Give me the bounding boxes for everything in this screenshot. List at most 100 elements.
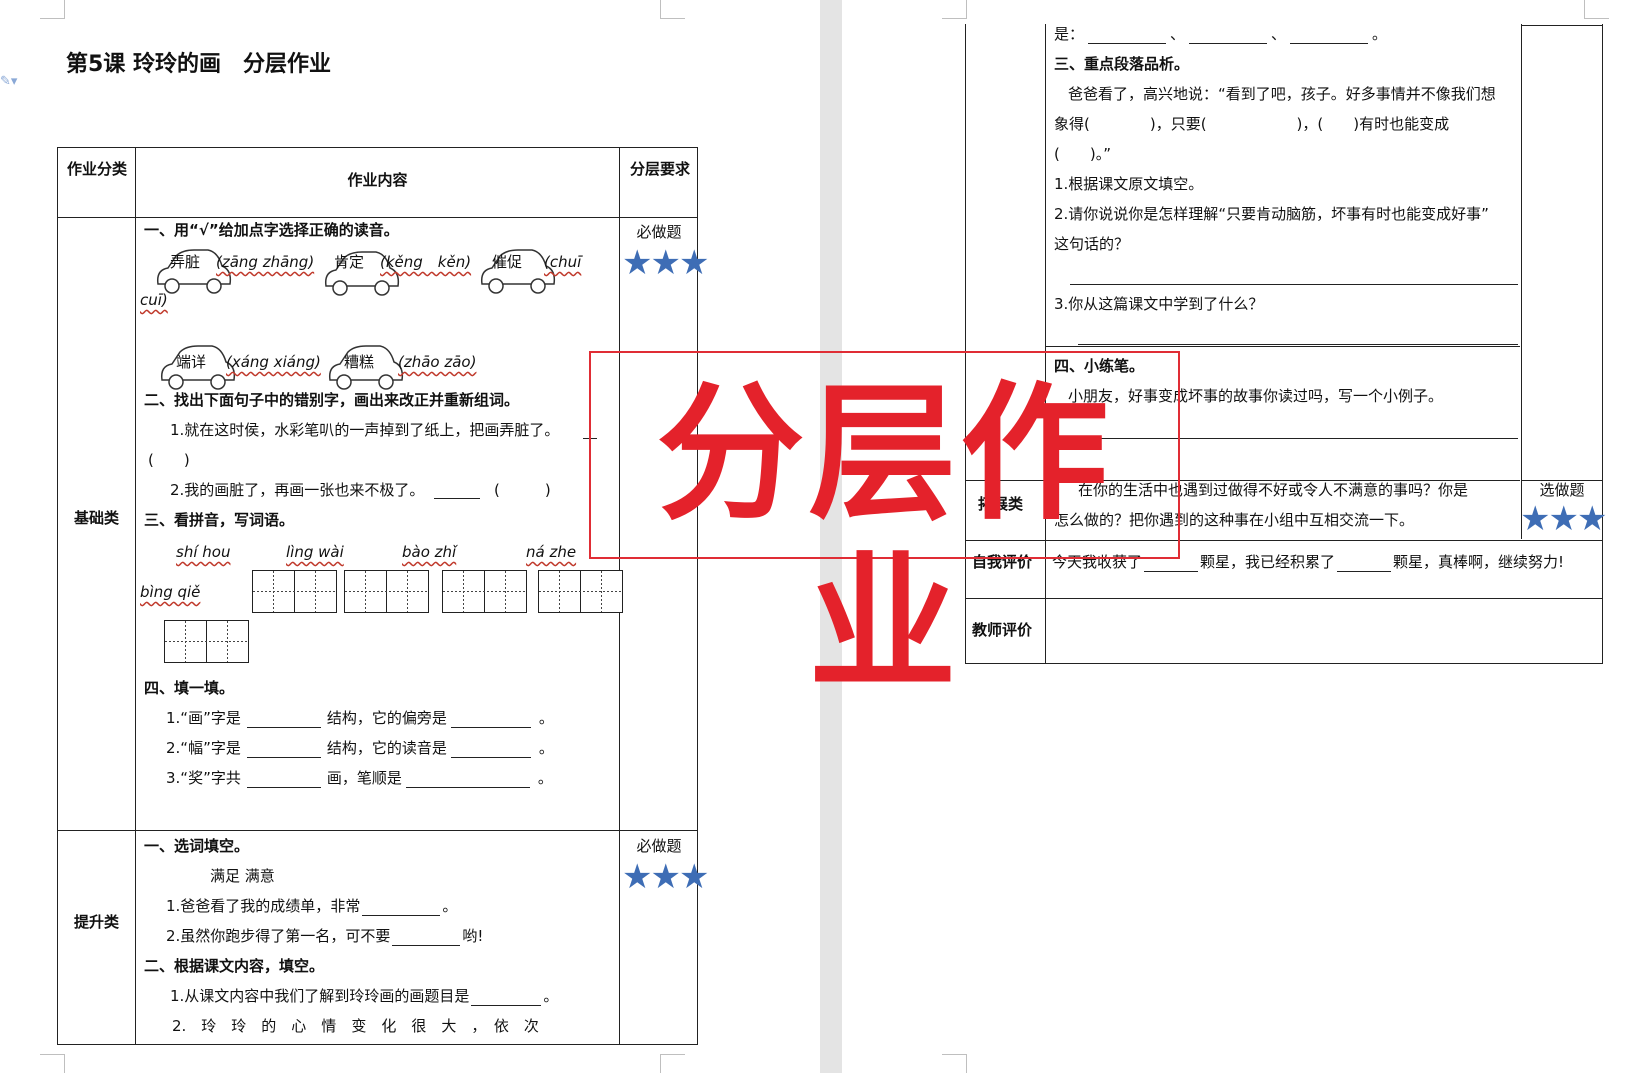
question-title: 四、填一填。 — [144, 679, 235, 697]
title-homework: 分层作业 — [242, 52, 331, 77]
requirement-basic: 必做题 — [636, 223, 682, 241]
fill-text: 结构，它的偏旁是 — [326, 709, 447, 727]
word-2: 肯定 — [334, 253, 365, 271]
fill-line: 1.从课文内容中我们了解到玲玲画的画题目是 。 — [170, 986, 558, 1006]
sentence-2: 2.我的画脏了，再画一张也来不极了。 — [170, 481, 425, 499]
word-5: 糟糕 — [344, 353, 375, 371]
fill-line: 2.虽然你跑步得了第一名，可不要 哟! — [166, 926, 483, 946]
answer-blank[interactable] — [1337, 555, 1392, 572]
sub-question: 1.根据课文原文填空。 — [1054, 175, 1204, 193]
fill-text: 。 — [442, 897, 458, 915]
writing-grid[interactable] — [442, 570, 528, 614]
pinyin-choice[interactable]: cuī) — [140, 290, 168, 310]
answer-blank[interactable] — [1189, 27, 1268, 44]
answer-blank[interactable] — [246, 741, 321, 758]
page-title: 第5课 玲玲的画 分层作业 — [66, 46, 331, 78]
answer-blank[interactable] — [434, 482, 480, 499]
row-divider — [58, 217, 697, 218]
row-divider — [1045, 346, 1520, 347]
edit-icon[interactable]: ✎▾ — [0, 74, 17, 92]
answer-blank[interactable] — [362, 899, 441, 916]
row-divider — [1521, 25, 1602, 26]
answer-line[interactable] — [1070, 284, 1518, 285]
answer-line[interactable] — [1078, 344, 1518, 345]
pinyin-choice[interactable]: (chuī — [544, 252, 581, 272]
fill-text: 1.“画”字是 — [166, 709, 241, 727]
requirement-advanced: 必做题 — [636, 837, 682, 855]
fill-text: 哟! — [462, 927, 484, 945]
sentence-cont: 2. 玲 玲 的 心 情 变 化 很 大 ， 依 次 — [172, 1017, 539, 1035]
question-title: 一、用“√”给加点字选择正确的读音。 — [144, 221, 399, 239]
pinyin-choice[interactable]: (kěng kěn) — [380, 252, 471, 272]
question-title: 二、找出下面句子中的错别字，画出来改正并重新组词。 — [144, 391, 520, 409]
answer-blank[interactable] — [471, 989, 542, 1006]
sub-question: 3.你从这篇课文中学到了什么？ — [1054, 295, 1264, 313]
fill-text: 。 — [1372, 25, 1388, 43]
star-rating: ★★★ — [622, 243, 709, 283]
writing-grid[interactable] — [164, 620, 250, 664]
fill-text: 颗星，真棒啊，继续努力! — [1393, 553, 1565, 571]
sub-question: 2.请你说说你是怎样理解“只要肯动脑筋，坏事有时也能变成好事” — [1054, 205, 1489, 223]
pinyin-prompt: shí hou — [176, 543, 231, 561]
word-4: 端详 — [176, 353, 207, 371]
fill-line: 3.“奖”字共 画，笔顺是 。 — [166, 768, 553, 788]
pinyin-choice[interactable]: (zhāo zāo) — [398, 352, 476, 372]
answer-blank[interactable] — [246, 771, 321, 788]
crop-mark — [942, 0, 967, 19]
header-content: 作业内容 — [347, 171, 408, 189]
answer-blank[interactable] — [246, 711, 321, 728]
answer-blank[interactable] — [405, 771, 530, 788]
row-divider — [1521, 540, 1602, 541]
answer-parens[interactable]: ( ) — [148, 450, 190, 470]
fill-text: 2.“幅”字是 — [166, 739, 241, 757]
category-advanced: 提升类 — [73, 913, 119, 931]
fill-line: 1.爸爸看了我的成绩单，非常 。 — [166, 896, 457, 916]
answer-blank[interactable] — [392, 929, 461, 946]
fill-text: 、 — [1170, 25, 1186, 43]
pinyin-prompt: ná zhe — [526, 543, 577, 561]
paragraph-line: 象得( )，只要( )，( )有时也能变成 — [1054, 115, 1450, 133]
crop-mark — [660, 0, 685, 19]
answer-blank[interactable] — [1290, 27, 1369, 44]
crop-mark — [40, 0, 65, 19]
fill-text: 画，笔顺是 — [326, 769, 402, 787]
answer-blank[interactable] — [450, 711, 531, 728]
paragraph-line: 爸爸看了，高兴地说：“看到了吧，孩子。好多事情并不像我们想 — [1068, 85, 1496, 103]
writing-grid[interactable] — [252, 570, 338, 614]
watermark-stamp: 分层作业 — [589, 351, 1180, 709]
sub-question: 这句话的？ — [1054, 235, 1130, 253]
word-1: 弄脏 — [170, 253, 201, 271]
word-choices: 满足 满意 — [210, 867, 275, 885]
pinyin-prompt: bìng qiě — [140, 583, 201, 601]
pinyin-choice[interactable]: (xáng xiáng) — [226, 352, 321, 372]
requirement-extension: 选做题 — [1539, 481, 1585, 499]
header-requirement: 分层要求 — [629, 160, 690, 178]
crop-mark — [660, 1054, 685, 1073]
sentence-1: 1.就在这时侯，水彩笔叭的一声掉到了纸上，把画弄脏了。 — [170, 421, 560, 439]
fill-line: 2.“幅”字是 结构，它的读音是 。 — [166, 738, 554, 758]
answer-parens[interactable]: ( ) — [494, 480, 551, 500]
fill-text: 1.爸爸看了我的成绩单，非常 — [166, 897, 361, 915]
header-category: 作业分类 — [66, 160, 127, 178]
pinyin-choice[interactable]: (zāng zhāng) — [216, 252, 314, 272]
stamp-text: 分层作业 — [656, 368, 1113, 710]
star-rating: ★★★ — [1520, 499, 1607, 539]
pinyin-prompt: lìng wài — [286, 543, 344, 561]
answer-blank[interactable] — [1088, 27, 1167, 44]
col-divider — [1521, 24, 1522, 539]
question-title: 一、选词填空。 — [144, 837, 250, 855]
pinyin-prompt: bào zhǐ — [402, 543, 457, 561]
row-divider — [58, 830, 697, 831]
crop-mark — [40, 1054, 65, 1073]
fill-text: 。 — [543, 987, 559, 1005]
answer-blank[interactable] — [450, 741, 531, 758]
question-title: 三、看拼音，写词语。 — [144, 511, 295, 529]
word-3: 催促 — [492, 253, 523, 271]
crop-mark — [1584, 0, 1609, 19]
fill-text: 是： — [1054, 25, 1085, 43]
question-title: 三、重点段落品析。 — [1054, 55, 1190, 73]
fill-text: 。 — [538, 739, 554, 757]
crop-mark — [942, 1054, 967, 1073]
fill-text: 1.从课文内容中我们了解到玲玲画的画题目是 — [170, 987, 470, 1005]
writing-grid[interactable] — [344, 570, 430, 614]
